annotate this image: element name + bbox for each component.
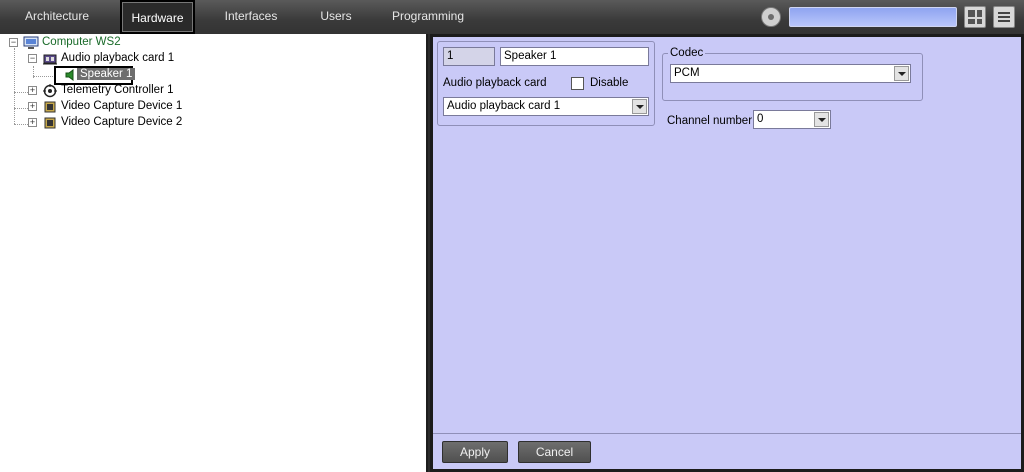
chevron-down-icon[interactable]: [632, 99, 647, 114]
tree-item-video2[interactable]: Video Capture Device 2: [61, 116, 182, 128]
collapse-root-toggle[interactable]: −: [9, 38, 18, 47]
audio-card-select-value: Audio playback card 1: [447, 100, 561, 112]
apply-button[interactable]: Apply: [442, 441, 508, 463]
expand-video2-toggle[interactable]: +: [28, 118, 37, 127]
collapse-audio-card-toggle[interactable]: −: [28, 54, 37, 63]
channel-number-select[interactable]: 0: [753, 110, 831, 129]
chevron-down-icon[interactable]: [814, 112, 829, 127]
channel-number-value: 0: [757, 113, 764, 125]
expand-video1-toggle[interactable]: +: [28, 102, 37, 111]
audio-card-label: Audio playback card: [443, 77, 547, 89]
search-input[interactable]: [789, 7, 957, 27]
footer-bar: Apply Cancel: [433, 433, 1021, 469]
top-navigation-bar: Architecture Hardware Interfaces Users P…: [0, 0, 1024, 34]
codec-select[interactable]: PCM: [670, 64, 911, 83]
audio-card-select[interactable]: Audio playback card 1: [443, 97, 649, 116]
settings-panel: 1 Speaker 1 Audio playback card Disable …: [430, 34, 1024, 472]
tab-programming[interactable]: Programming: [388, 0, 468, 34]
capture-card-icon: [43, 116, 57, 130]
device-name-field[interactable]: Speaker 1: [500, 47, 649, 66]
expand-telemetry-toggle[interactable]: +: [28, 86, 37, 95]
hardware-tree: − Computer WS2 − Audio playback card 1 S…: [0, 34, 428, 472]
gear-icon[interactable]: [761, 7, 781, 27]
tree-item-computer[interactable]: Computer WS2: [42, 36, 121, 48]
chevron-down-icon[interactable]: [894, 66, 909, 81]
layout-icon[interactable]: [964, 6, 986, 28]
disable-checkbox[interactable]: [571, 77, 584, 90]
tab-hardware[interactable]: Hardware: [120, 0, 195, 34]
tree-item-video1[interactable]: Video Capture Device 1: [61, 100, 182, 112]
disable-label: Disable: [590, 77, 629, 89]
computer-icon: [23, 36, 39, 50]
telemetry-icon: [43, 84, 57, 98]
tree-item-audio-card[interactable]: Audio playback card 1: [61, 52, 174, 64]
audio-card-icon: [42, 52, 57, 66]
codec-label: Codec: [668, 47, 706, 59]
channel-number-label: Channel number: [667, 115, 753, 127]
capture-card-icon: [43, 100, 57, 114]
cancel-button[interactable]: Cancel: [518, 441, 591, 463]
tab-architecture[interactable]: Architecture: [14, 0, 100, 34]
tree-item-telemetry[interactable]: Telemetry Controller 1: [61, 84, 173, 96]
tree-item-speaker[interactable]: Speaker 1: [77, 68, 136, 80]
device-id-field: 1: [443, 47, 495, 66]
codec-select-value: PCM: [674, 67, 700, 79]
tab-interfaces[interactable]: Interfaces: [216, 0, 286, 34]
menu-icon[interactable]: [993, 6, 1015, 28]
tab-users[interactable]: Users: [311, 0, 361, 34]
